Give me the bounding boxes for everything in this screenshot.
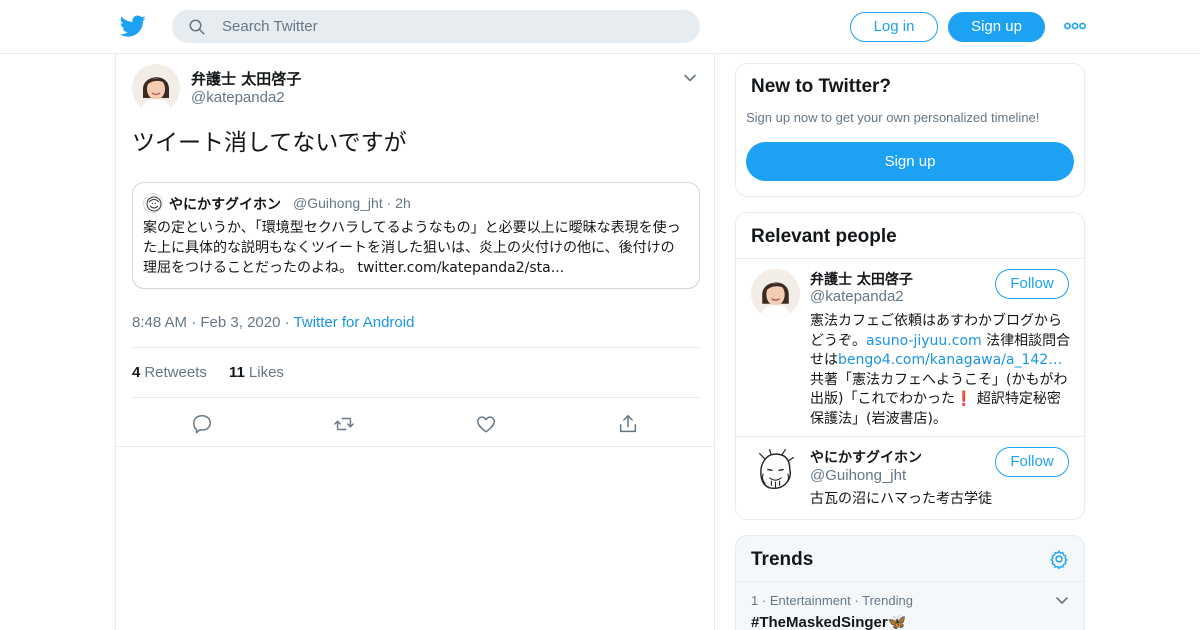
share-icon[interactable]: [617, 413, 639, 435]
tweet-meta: 8:48 AM · Feb 3, 2020 · Twitter for Andr…: [132, 314, 414, 331]
person-bio: 憲法カフェご依頼はあすわかブログからどうぞ。asuno-jiyuu.com 法律…: [810, 312, 1072, 429]
quoted-author-name: やにかすグイホン: [169, 197, 281, 213]
person-handle[interactable]: @katepanda2: [810, 288, 904, 305]
tweet-stats: 4 Retweets 11 Likes: [132, 364, 302, 381]
signup-button[interactable]: Sign up: [948, 12, 1045, 42]
search-box[interactable]: [172, 10, 700, 43]
trends-card: Trends 1 · Entertainment · Trending #The…: [735, 535, 1085, 630]
author-avatar[interactable]: [132, 64, 180, 112]
divider: [736, 581, 1084, 582]
person-bio: 古瓦の沼にハマった考古学徒: [810, 491, 992, 507]
twitter-logo-icon[interactable]: [120, 13, 146, 39]
divider: [132, 347, 700, 348]
author-name[interactable]: 弁護士 太田啓子: [191, 68, 301, 89]
person-name[interactable]: 弁護士 太田啓子: [810, 269, 913, 289]
quoted-time: 2h: [395, 195, 411, 211]
relevant-people-title: Relevant people: [751, 226, 897, 247]
meta-dot: ·: [284, 314, 290, 331]
trend-name: #TheMaskedSinger: [751, 614, 888, 630]
person-name[interactable]: やにかすグイホン: [810, 447, 922, 467]
search-icon: [189, 19, 205, 35]
follow-button[interactable]: Follow: [995, 269, 1069, 299]
trends-title: Trends: [751, 549, 814, 570]
quoted-text: 案の定というか、「環境型セクハラしてるようなもの」と必要以上に曖昧な表現を使った…: [143, 220, 681, 276]
more-options-icon[interactable]: [1064, 19, 1086, 33]
bio-link[interactable]: bengo4.com/kanagawa/a_142…: [838, 352, 1062, 368]
reply-icon[interactable]: [191, 413, 213, 435]
person-avatar[interactable]: [751, 447, 800, 496]
retweet-icon[interactable]: [333, 413, 355, 435]
trend-status: Trending: [862, 593, 913, 608]
relevant-people-card: Relevant people 弁護士 太田啓子 @katepanda2 Fol…: [735, 212, 1085, 520]
trend-rank: 1: [751, 593, 759, 608]
tweet-source-link[interactable]: Twitter for Android: [294, 314, 415, 331]
retweets-stat[interactable]: 4 Retweets: [132, 364, 207, 381]
bio-link[interactable]: asuno-jiyuu.com: [866, 333, 982, 349]
trend-meta: 1 · Entertainment · Trending: [751, 593, 913, 608]
likes-count: 11: [229, 364, 245, 381]
divider: [116, 446, 714, 447]
tweet-column: 弁護士 太田啓子 @katepanda2 ツイート消してないですが やにかすグイ…: [115, 53, 715, 630]
quoted-meta: @Guihong_jht · 2h: [293, 195, 411, 211]
quoted-separator: ·: [386, 195, 392, 211]
search-input[interactable]: [222, 10, 682, 43]
new-to-twitter-title: New to Twitter?: [751, 76, 892, 97]
person-avatar[interactable]: [751, 269, 800, 318]
tweet-time: 8:48 AM: [132, 314, 188, 331]
exclamation-emoji-icon: ❗: [955, 391, 973, 407]
author-handle[interactable]: @katepanda2: [191, 89, 285, 106]
gear-icon[interactable]: [1049, 549, 1069, 569]
follow-button[interactable]: Follow: [995, 447, 1069, 477]
divider: [736, 258, 1084, 259]
like-icon[interactable]: [475, 413, 497, 435]
quoted-tweet[interactable]: やにかすグイホン @Guihong_jht · 2h 案の定というか、「環境型セ…: [132, 182, 700, 289]
retweets-count: 4: [132, 364, 141, 381]
chevron-down-icon[interactable]: [1054, 594, 1070, 608]
sidebar-signup-button[interactable]: Sign up: [746, 142, 1074, 181]
login-button[interactable]: Log in: [850, 12, 938, 42]
meta-dot: ·: [761, 593, 767, 608]
divider: [132, 397, 700, 398]
tweet-date: Feb 3, 2020: [200, 314, 281, 331]
meta-dot: ·: [191, 314, 197, 331]
meta-dot: ·: [854, 593, 859, 608]
likes-label: Likes: [248, 364, 284, 381]
new-to-twitter-card: New to Twitter? Sign up now to get your …: [735, 63, 1085, 197]
trend-item[interactable]: #TheMaskedSinger🦋: [751, 613, 906, 630]
top-bar: Log in Sign up: [0, 0, 1200, 54]
quoted-author-avatar: [143, 193, 163, 213]
divider: [736, 436, 1084, 437]
trend-emoji-icon: 🦋: [887, 614, 907, 630]
likes-stat[interactable]: 11 Likes: [229, 364, 284, 381]
person-handle[interactable]: @Guihong_jht: [810, 467, 906, 484]
trend-category: Entertainment: [769, 593, 851, 608]
new-to-twitter-subtitle: Sign up now to get your own personalized…: [746, 110, 1040, 125]
author-avatar-image: [132, 64, 180, 112]
quoted-author-handle: @Guihong_jht: [293, 195, 383, 211]
chevron-down-icon[interactable]: [682, 70, 698, 86]
tweet-text: ツイート消してないですが: [132, 130, 407, 156]
retweets-label: Retweets: [144, 364, 207, 381]
